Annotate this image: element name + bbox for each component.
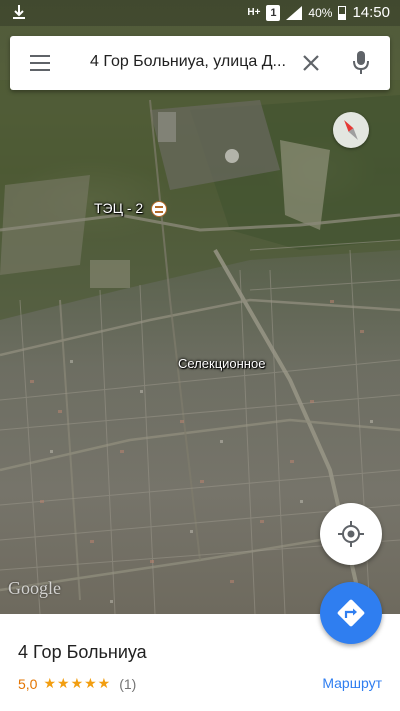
rating-value: 5,0 [18, 675, 38, 692]
clock: 14:50 [352, 4, 390, 21]
signal-icon [286, 5, 303, 20]
star-rating: ★★★★★ [43, 675, 112, 691]
google-logo: Google [8, 578, 61, 598]
search-query[interactable]: 4 Гор Больниуа, улица Д... [90, 53, 298, 71]
battery-percent: 40% [308, 5, 333, 20]
directions-icon[interactable] [320, 582, 382, 644]
status-bar: H+ 1 40% 14:50 [0, 0, 400, 26]
battery-icon [338, 5, 347, 20]
close-icon[interactable] [300, 52, 322, 74]
place-name: 4 Гор Больниуа [18, 642, 147, 662]
hamburger-menu-icon[interactable] [30, 55, 50, 71]
map-label-power-plant[interactable]: ТЭЦ - 2 [94, 200, 143, 216]
map-label-district[interactable]: Селекционное [178, 356, 265, 371]
route-button[interactable]: Маршрут [322, 675, 382, 691]
download-icon [10, 3, 28, 24]
landmark-icon[interactable] [151, 201, 167, 217]
review-count[interactable]: (1) [119, 676, 136, 692]
search-bar[interactable]: 4 Гор Больниуа, улица Д... [10, 36, 390, 90]
rating-row: 5,0 ★★★★★ (1) [18, 675, 136, 692]
sim-badge: 1 [266, 4, 281, 21]
compass-icon[interactable] [333, 112, 369, 148]
my-location-icon[interactable] [320, 503, 382, 565]
network-type-label: H+ [247, 7, 261, 18]
microphone-icon[interactable] [352, 50, 370, 76]
